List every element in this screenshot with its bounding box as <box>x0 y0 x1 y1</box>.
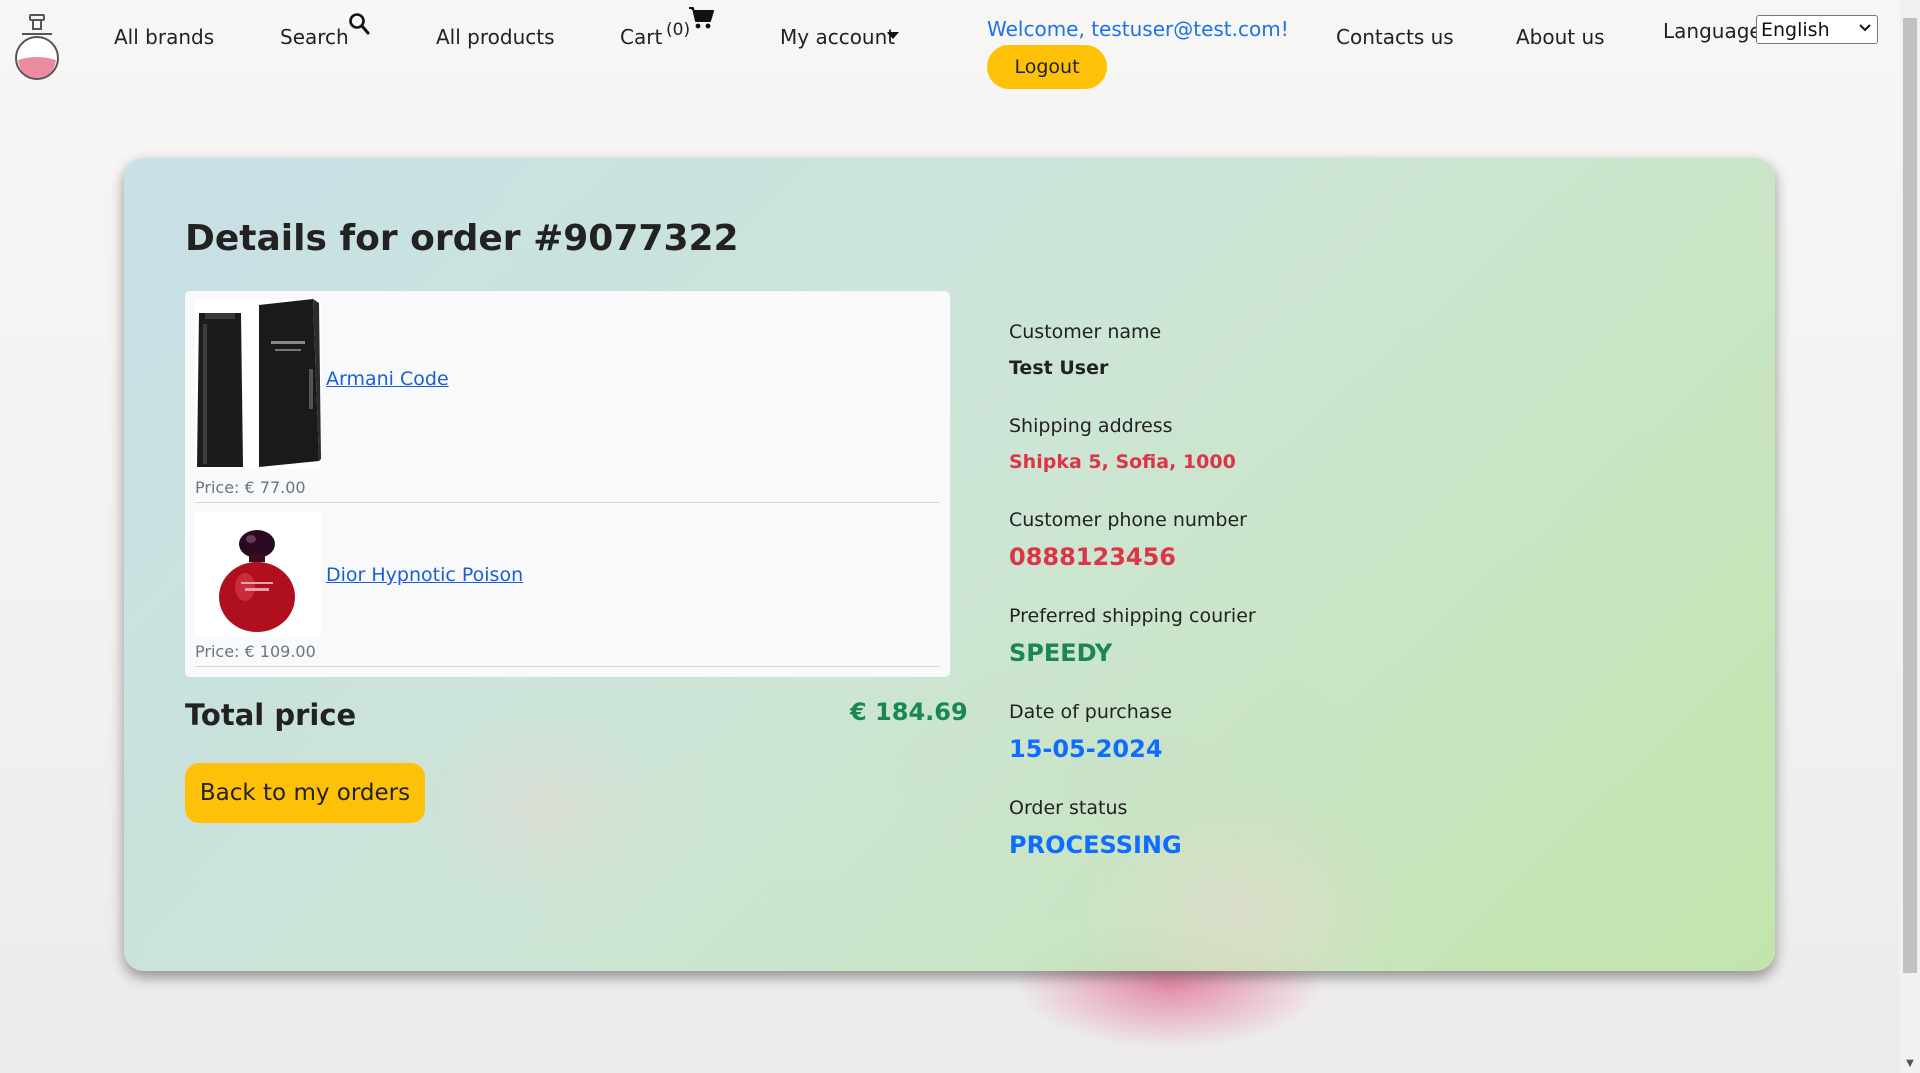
total-price-value: € 184.69 <box>850 698 968 726</box>
search-icon[interactable] <box>348 12 370 36</box>
product-link-dior-hypnotic-poison[interactable]: Dior Hypnotic Poison <box>326 564 523 586</box>
nav-my-account[interactable]: My account <box>780 25 895 49</box>
courier-value: SPEEDY <box>1009 639 1113 667</box>
dior-hypnotic-poison-image[interactable] <box>195 512 321 637</box>
nav-contacts[interactable]: Contacts us <box>1336 25 1454 49</box>
total-price-label: Total price <box>185 698 357 732</box>
order-status-label: Order status <box>1009 797 1128 819</box>
page-title: Details for order #9077322 <box>185 218 739 259</box>
select-chevron-icon <box>1859 24 1871 32</box>
phone-number-label: Customer phone number <box>1009 509 1247 531</box>
customer-name-label: Customer name <box>1009 321 1162 343</box>
back-to-orders-button[interactable]: Back to my orders <box>185 763 425 823</box>
customer-name-value: Test User <box>1009 357 1109 379</box>
nav-search[interactable]: Search <box>280 25 349 49</box>
shipping-address-value: Shipka 5, Sofia, 1000 <box>1009 451 1236 473</box>
language-label: Language <box>1663 19 1762 43</box>
item-price: Price: € 109.00 <box>195 642 316 661</box>
nav-all-products[interactable]: All products <box>436 25 555 49</box>
item-price: Price: € 77.00 <box>195 478 306 497</box>
nav-cart[interactable]: Cart <box>620 25 662 49</box>
perfume-logo-icon[interactable] <box>12 14 62 80</box>
purchase-date-value: 15-05-2024 <box>1009 735 1163 763</box>
order-status-value: PROCESSING <box>1009 831 1182 859</box>
nav-all-brands[interactable]: All brands <box>114 25 214 49</box>
chevron-down-icon[interactable] <box>887 32 899 40</box>
shipping-address-label: Shipping address <box>1009 415 1173 437</box>
order-items-list: Armani Code Price: € 77.00 Dior Hypnotic… <box>185 291 950 677</box>
cart-count-badge: (0) <box>666 20 691 40</box>
purchase-date-label: Date of purchase <box>1009 701 1173 723</box>
armani-code-image[interactable] <box>195 299 321 469</box>
top-navbar: All brands Search All products Cart (0) … <box>0 0 1900 100</box>
product-link-armani-code[interactable]: Armani Code <box>326 368 449 390</box>
list-item: Dior Hypnotic Poison Price: € 109.00 <box>195 504 940 667</box>
scroll-down-arrow-icon[interactable]: ▼ <box>1900 1055 1920 1073</box>
language-select[interactable]: English <box>1756 15 1878 44</box>
scrollbar-thumb[interactable] <box>1903 18 1917 973</box>
list-item: Armani Code Price: € 77.00 <box>195 299 940 503</box>
language-selected-value: English <box>1761 18 1830 41</box>
logout-button[interactable]: Logout <box>987 45 1107 89</box>
welcome-message: Welcome, testuser@test.com! <box>987 17 1289 41</box>
nav-about[interactable]: About us <box>1516 25 1605 49</box>
courier-label: Preferred shipping courier <box>1009 605 1256 627</box>
cart-icon[interactable] <box>688 6 714 30</box>
phone-number-value: 0888123456 <box>1009 543 1176 571</box>
vertical-scrollbar[interactable]: ▼ <box>1900 0 1920 1073</box>
order-details-card: Details for order #9077322 Armani Code P… <box>124 158 1775 971</box>
